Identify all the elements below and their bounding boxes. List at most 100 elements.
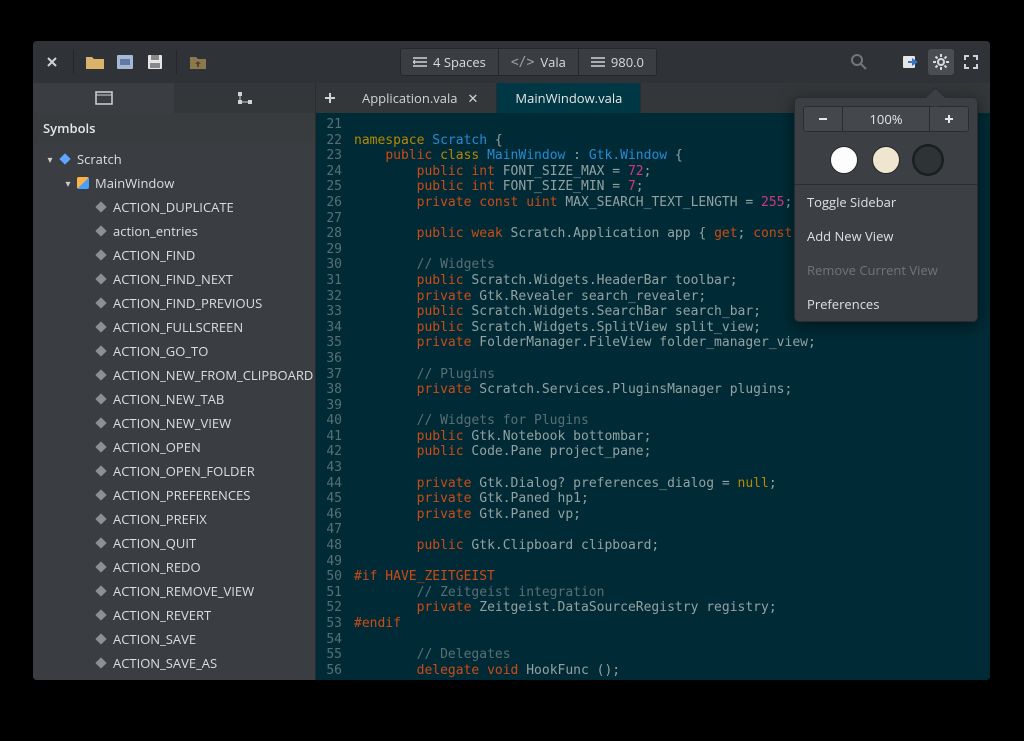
theme-swatch[interactable]: [830, 146, 858, 174]
templates-button[interactable]: [112, 49, 138, 75]
tree-label: ACTION_FULLSCREEN: [113, 318, 243, 336]
tree-row[interactable]: ACTION_SAVE: [33, 627, 315, 651]
tree-label: ACTION_NEW_FROM_CLIPBOARD: [113, 366, 313, 384]
menu-item[interactable]: Preferences: [795, 287, 977, 321]
symbol-icon: [93, 275, 109, 283]
open-file-button[interactable]: [82, 49, 108, 75]
symbols-tree[interactable]: ▾Scratch▾MainWindowACTION_DUPLICATEactio…: [33, 143, 315, 680]
tree-row[interactable]: ACTION_FIND_NEXT: [33, 267, 315, 291]
revert-button[interactable]: [185, 49, 211, 75]
tree-row[interactable]: ACTION_FIND: [33, 243, 315, 267]
tree-row[interactable]: ACTION_NEW_FROM_CLIPBOARD: [33, 363, 315, 387]
tree-row[interactable]: ACTION_REVERT: [33, 603, 315, 627]
menu-button[interactable]: [928, 49, 954, 75]
class-icon: [75, 177, 91, 189]
new-tab-button[interactable]: [316, 83, 344, 113]
symbol-icon: [57, 155, 73, 163]
tree-label: ACTION_REMOVE_VIEW: [113, 582, 254, 600]
tree-label: ACTION_GO_TO: [113, 342, 208, 360]
tree-label: ACTION_REVERT: [113, 606, 211, 624]
indent-selector[interactable]: 4 Spaces: [400, 48, 499, 76]
theme-swatch[interactable]: [872, 146, 900, 174]
symbol-icon: [93, 395, 109, 403]
sidebar-tab-files[interactable]: [33, 83, 174, 113]
tree-label: ACTION_FIND_PREVIOUS: [113, 294, 262, 312]
symbol-icon: [93, 227, 109, 235]
headerbar: 4 Spaces </> Vala 980.0: [33, 41, 990, 83]
symbol-icon: [93, 251, 109, 259]
symbol-icon: [93, 563, 109, 571]
symbol-icon: [93, 347, 109, 355]
symbol-icon: [93, 659, 109, 667]
menu-item: Remove Current View: [795, 253, 977, 287]
app-menu-popover: 100% Toggle SidebarAdd New ViewRemove Cu…: [794, 97, 978, 322]
tree-label: ACTION_DUPLICATE: [113, 198, 234, 216]
symbol-icon: [93, 491, 109, 499]
tree-row[interactable]: ACTION_FULLSCREEN: [33, 315, 315, 339]
tree-label: ACTION_QUIT: [113, 534, 196, 552]
tree-label: ACTION_SAVE: [113, 630, 196, 648]
search-button[interactable]: [846, 49, 872, 75]
editor-window: 4 Spaces </> Vala 980.0: [33, 41, 990, 680]
theme-swatches: [795, 140, 977, 184]
sidebar: Symbols ▾Scratch▾MainWindowACTION_DUPLIC…: [33, 83, 316, 680]
tree-label: ACTION_FIND: [113, 246, 195, 264]
zoom-in-button[interactable]: [930, 107, 968, 131]
tree-row[interactable]: action_entries: [33, 219, 315, 243]
goto-line-value: 980.0: [611, 53, 644, 71]
tree-label: action_entries: [113, 222, 198, 240]
tree-label: ACTION_NEW_VIEW: [113, 414, 231, 432]
symbol-icon: [93, 539, 109, 547]
symbol-icon: [93, 611, 109, 619]
tree-label: ACTION_NEW_TAB: [113, 390, 224, 408]
zoom-out-button[interactable]: [804, 107, 842, 131]
symbol-icon: [93, 515, 109, 523]
zoom-level[interactable]: 100%: [842, 107, 930, 131]
goto-line[interactable]: 980.0: [579, 48, 657, 76]
symbol-icon: [93, 203, 109, 211]
tree-row[interactable]: ACTION_QUIT: [33, 531, 315, 555]
tree-label: ACTION_REDO: [113, 558, 201, 576]
tree-row[interactable]: ACTION_NEW_VIEW: [33, 411, 315, 435]
editor-tab[interactable]: MainWindow.vala: [497, 83, 641, 113]
tree-row[interactable]: ▾ MainWindow: [33, 171, 315, 195]
indent-label: 4 Spaces: [433, 53, 486, 71]
sidebar-header: Symbols: [33, 113, 315, 143]
tree-label: ACTION_PREFERENCES: [113, 486, 250, 504]
symbol-icon: [93, 299, 109, 307]
tree-row[interactable]: ACTION_NEW_TAB: [33, 387, 315, 411]
tree-row[interactable]: ACTION_OPEN: [33, 435, 315, 459]
symbol-icon: [93, 443, 109, 451]
expand-arrow-icon: ▾: [61, 176, 75, 190]
close-window-button[interactable]: [39, 49, 65, 75]
tree-row[interactable]: ACTION_REDO: [33, 555, 315, 579]
tree-row[interactable]: ACTION_GO_TO: [33, 339, 315, 363]
language-selector[interactable]: </> Vala: [499, 48, 579, 76]
menu-item[interactable]: Add New View: [795, 219, 977, 253]
tree-row[interactable]: ▾Scratch: [33, 147, 315, 171]
close-tab-icon[interactable]: ✕: [468, 89, 479, 107]
tree-row[interactable]: ACTION_SAVE_AS: [33, 651, 315, 675]
editor-tab[interactable]: Application.vala ✕: [344, 83, 497, 113]
tree-label: ACTION_FIND_NEXT: [113, 270, 233, 288]
expand-arrow-icon: ▾: [43, 152, 57, 166]
sidebar-tab-symbols[interactable]: [174, 83, 315, 113]
tree-row[interactable]: ACTION_REMOVE_VIEW: [33, 579, 315, 603]
theme-swatch[interactable]: [914, 146, 942, 174]
tree-row[interactable]: ACTION_DUPLICATE: [33, 195, 315, 219]
tree-row[interactable]: ACTION_FIND_PREVIOUS: [33, 291, 315, 315]
tree-row[interactable]: ACTION_OPEN_FOLDER: [33, 459, 315, 483]
symbol-icon: [93, 419, 109, 427]
menu-item[interactable]: Toggle Sidebar: [795, 185, 977, 219]
share-button[interactable]: [898, 49, 924, 75]
tree-label: ACTION_OPEN: [113, 438, 201, 456]
tree-label: ACTION_OPEN_FOLDER: [113, 462, 255, 480]
tree-label: MainWindow: [95, 174, 174, 192]
save-button[interactable]: [142, 49, 168, 75]
tree-label: ACTION_SAVE_AS: [113, 654, 217, 672]
tab-label: Application.vala: [362, 89, 458, 107]
maximize-button[interactable]: [958, 49, 984, 75]
tree-row[interactable]: ACTION_PREFIX: [33, 507, 315, 531]
symbol-icon: [93, 371, 109, 379]
tree-row[interactable]: ACTION_PREFERENCES: [33, 483, 315, 507]
